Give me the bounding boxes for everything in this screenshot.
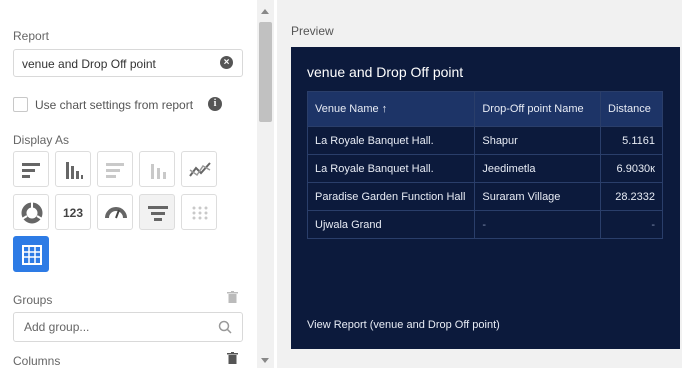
gauge-icon — [105, 207, 127, 219]
columns-trash-icon[interactable] — [227, 352, 238, 364]
scatter-icon — [192, 206, 208, 220]
scroll-up-arrow-icon[interactable] — [261, 9, 269, 14]
report-label: Report — [13, 29, 50, 43]
funnel-icon — [148, 206, 168, 221]
table-cell: Paradise Garden Function Hall — [306, 182, 476, 211]
table-cell: - — [600, 210, 663, 239]
info-icon[interactable]: i — [208, 97, 222, 111]
scroll-thumb[interactable] — [259, 22, 272, 122]
columns-label: Columns — [13, 354, 61, 368]
preview-card: venue and Drop Off point Venue Name ↑ Dr… — [291, 47, 680, 349]
table-cell: 28.2332 — [600, 182, 663, 211]
column-header-distance[interactable]: Distance — [600, 91, 663, 127]
card-title: venue and Drop Off point — [307, 64, 464, 80]
search-icon — [218, 320, 232, 334]
preview-panel: Preview venue and Drop Off point Venue N… — [277, 0, 682, 368]
scroll-down-arrow-icon[interactable] — [261, 358, 269, 363]
scatter-chart-tile[interactable] — [181, 194, 217, 230]
donut-icon — [21, 202, 43, 224]
settings-panel: Report venue and Drop Off point × Use ch… — [0, 0, 256, 368]
add-group-field[interactable] — [13, 312, 243, 342]
table-row: Ujwala Grand - - — [306, 210, 663, 239]
horizontal-bar-chart-tile[interactable] — [13, 151, 49, 187]
column-header-drop-off-point[interactable]: Drop-Off point Name — [474, 91, 602, 127]
use-chart-settings-label: Use chart settings from report — [35, 98, 194, 112]
line-chart-icon — [189, 162, 211, 177]
table-cell: - — [474, 210, 602, 239]
gauge-chart-tile[interactable] — [97, 194, 133, 230]
donut-chart-tile[interactable] — [13, 194, 49, 230]
line-chart-tile[interactable] — [181, 151, 217, 187]
horizontal-bar-icon — [22, 163, 40, 178]
view-report-link[interactable]: View Report (venue and Drop Off point) — [307, 319, 500, 331]
table-cell: La Royale Banquet Hall. — [306, 126, 476, 155]
stacked-column-icon — [151, 164, 166, 179]
table-cell: Shapur — [474, 126, 602, 155]
number-tile[interactable]: 123 — [55, 194, 91, 230]
table-row: Paradise Garden Function Hall Suraram Vi… — [306, 182, 663, 211]
use-chart-settings-checkbox[interactable] — [13, 97, 28, 112]
table-cell: 6.9030к — [600, 154, 663, 183]
stacked-bar-chart-tile[interactable] — [97, 151, 133, 187]
column-header-venue-name[interactable]: Venue Name ↑ — [306, 91, 476, 127]
stacked-column-chart-tile[interactable] — [139, 151, 175, 187]
table-icon — [22, 245, 42, 265]
report-select[interactable]: venue and Drop Off point × — [13, 49, 243, 77]
table-row: La Royale Banquet Hall. Shapur 5.1161 — [306, 126, 663, 155]
table-cell: Ujwala Grand — [306, 210, 476, 239]
table-cell: Jeedimetla — [474, 154, 602, 183]
groups-trash-icon[interactable] — [227, 291, 238, 303]
funnel-chart-tile[interactable] — [139, 194, 175, 230]
table-cell: 5.1161 — [600, 126, 663, 155]
vertical-bar-chart-tile[interactable] — [55, 151, 91, 187]
add-group-input[interactable] — [24, 320, 204, 334]
preview-label: Preview — [291, 24, 334, 38]
report-select-value: venue and Drop Off point — [22, 57, 156, 71]
vertical-scrollbar[interactable] — [257, 0, 274, 368]
groups-label: Groups — [13, 293, 53, 307]
stacked-bar-icon — [106, 163, 124, 178]
table-row: La Royale Banquet Hall. Jeedimetla 6.903… — [306, 154, 663, 183]
table-chart-tile[interactable] — [13, 236, 49, 272]
number-tile-label: 123 — [62, 206, 84, 220]
display-as-label: Display As — [13, 133, 70, 147]
vertical-bar-icon — [66, 162, 83, 179]
table-cell: Suraram Village — [474, 182, 602, 211]
report-table: Venue Name ↑ Drop-Off point Name Distanc… — [306, 91, 663, 239]
table-cell: La Royale Banquet Hall. — [306, 154, 476, 183]
clear-icon[interactable]: × — [220, 56, 233, 69]
